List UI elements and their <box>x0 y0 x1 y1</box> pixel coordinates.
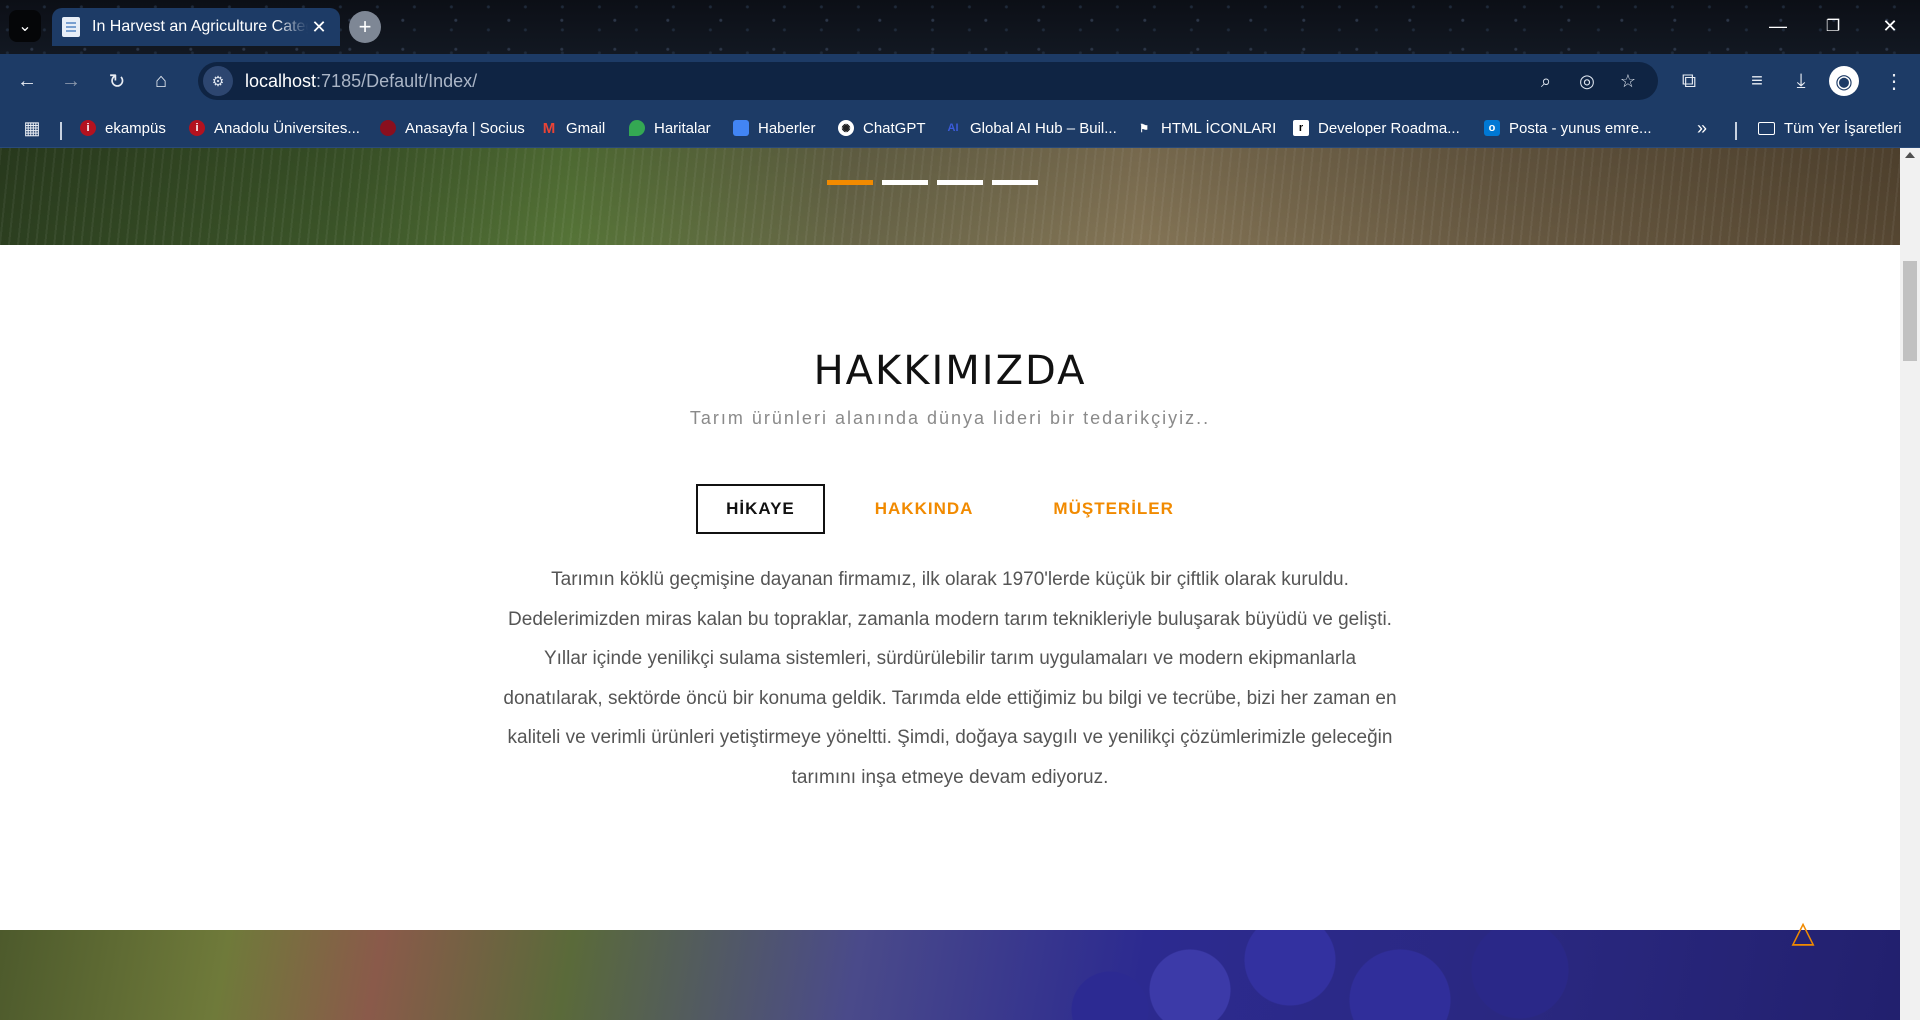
bookmark-ekampus[interactable]: i ekampüs <box>80 116 166 140</box>
hero-slider-image <box>0 148 1900 245</box>
outlook-icon: o <box>1484 120 1500 136</box>
bookmark-label: Anasayfa | Socius <box>405 119 525 137</box>
zoom-magnifier-icon[interactable]: ⌕ <box>1530 62 1562 100</box>
bookmark-label: Posta - yunus emre... <box>1509 119 1652 137</box>
bookmark-posta[interactable]: o Posta - yunus emre... <box>1484 116 1652 140</box>
about-story-text: Tarımın köklü geçmişine dayanan firmamız… <box>503 569 1397 788</box>
tab-hikaye[interactable]: HİKAYE <box>696 484 825 534</box>
site-info-icon[interactable]: ⚙ <box>203 66 233 96</box>
tab-hakkinda[interactable]: HAKKINDA <box>845 484 1004 534</box>
tracking-protection-eye-icon[interactable]: ◎ <box>1571 62 1603 100</box>
bookmarks-separator <box>1735 122 1737 140</box>
downloads-icon[interactable]: ⤓ <box>1785 65 1817 97</box>
all-bookmarks-label: Tüm Yer İşaretleri <box>1784 119 1902 137</box>
bookmark-chatgpt[interactable]: ✺ ChatGPT <box>838 116 926 140</box>
global-ai-hub-icon: AI <box>947 122 959 134</box>
slider-indicators <box>827 180 1038 185</box>
tab-title: In Harvest an Agriculture Category <box>92 18 308 35</box>
ekampus-logo-icon: i <box>80 120 96 136</box>
slider-dot-1[interactable] <box>827 180 873 185</box>
folder-icon <box>1758 121 1775 135</box>
bookmark-label: ekampüs <box>105 119 166 137</box>
tab-search-chevron-icon[interactable]: ⌄ <box>9 10 41 42</box>
media-controls-icon[interactable]: ≡ <box>1741 65 1773 97</box>
home-icon[interactable]: ⌂ <box>145 65 177 97</box>
new-tab-plus-icon[interactable]: + <box>349 11 381 43</box>
maps-pin-icon <box>629 120 645 136</box>
page-viewport: HAKKIMIZDA Tarım ürünleri alanında dünya… <box>0 148 1900 1020</box>
forward-arrow-icon[interactable]: → <box>55 65 87 97</box>
roadmap-logo-icon: r <box>1293 120 1309 136</box>
browser-titlebar: ⌄ In Harvest an Agriculture Category ✕ +… <box>0 0 1920 54</box>
bookmark-anadolu[interactable]: i Anadolu Üniversites... <box>189 116 360 140</box>
bookmark-label: Gmail <box>566 119 606 137</box>
chatgpt-logo-icon: ✺ <box>838 120 854 136</box>
reload-icon[interactable]: ↻ <box>101 65 133 97</box>
bookmark-label: Haritalar <box>654 119 711 137</box>
bookmark-label: ChatGPT <box>863 119 926 137</box>
about-section-title: HAKKIMIZDA <box>813 348 1087 394</box>
news-icon <box>733 120 749 136</box>
bookmark-label: Haberler <box>758 119 816 137</box>
url-host: localhost <box>245 70 317 91</box>
menu-kebab-icon[interactable]: ⋮ <box>1878 65 1910 97</box>
bookmark-star-icon[interactable]: ☆ <box>1612 62 1644 100</box>
gmail-icon: M <box>542 119 556 137</box>
scroll-up-arrow-icon[interactable] <box>1905 152 1915 158</box>
triangle-up-icon[interactable]: △ <box>1785 918 1821 948</box>
flag-icon: ⚑ <box>1139 122 1149 135</box>
all-bookmarks-folder[interactable]: Tüm Yer İşaretleri <box>1758 116 1902 140</box>
profile-avatar-icon[interactable]: ◉ <box>1829 66 1859 96</box>
browser-tab-active[interactable]: In Harvest an Agriculture Category ✕ <box>52 8 340 46</box>
address-url[interactable]: localhost:7185/Default/Index/ <box>245 71 477 92</box>
bookmark-html-iconlari[interactable]: ⚑ HTML İCONLARI <box>1136 116 1276 140</box>
bookmark-label: Anadolu Üniversites... <box>214 119 360 137</box>
bookmarks-overflow-chevron-icon[interactable]: » <box>1697 116 1707 140</box>
bookmark-haberler[interactable]: Haberler <box>733 116 816 140</box>
url-path: :7185/Default/Index/ <box>316 70 478 91</box>
bookmark-haritalar[interactable]: Haritalar <box>629 116 711 140</box>
tab-close-icon[interactable]: ✕ <box>308 16 330 38</box>
about-section-subtitle: Tarım ürünleri alanında dünya lideri bir… <box>689 408 1211 428</box>
page-scrollbar[interactable] <box>1900 148 1920 1020</box>
minimize-icon[interactable]: — <box>1758 10 1798 42</box>
bookmark-label: HTML İCONLARI <box>1161 119 1277 137</box>
bookmark-label: Developer Roadma... <box>1318 119 1460 137</box>
socius-logo-icon <box>380 120 396 136</box>
bookmark-socius[interactable]: Anasayfa | Socius <box>380 116 525 140</box>
restore-icon[interactable]: ❐ <box>1813 10 1853 42</box>
bookmark-label: Global AI Hub – Buil... <box>970 119 1117 137</box>
scrollbar-thumb[interactable] <box>1903 261 1917 361</box>
bookmark-developer-roadmap[interactable]: r Developer Roadma... <box>1293 116 1460 140</box>
bookmark-globalaihub[interactable]: AI Global AI Hub – Buil... <box>945 116 1117 140</box>
bookmarks-bar: ▦ i ekampüs i Anadolu Üniversites... Anasa… <box>0 108 1920 148</box>
apps-grid-icon[interactable]: ▦ <box>16 112 48 144</box>
slider-dot-4[interactable] <box>992 180 1038 185</box>
page-favicon-icon <box>62 17 80 37</box>
slider-dot-3[interactable] <box>937 180 983 185</box>
address-bar[interactable]: ⚙ localhost:7185/Default/Index/ ⌕ ◎ ☆ <box>198 62 1658 100</box>
tab-musteriler[interactable]: MÜŞTERİLER <box>1023 484 1204 534</box>
extensions-puzzle-icon[interactable]: ⧉ <box>1673 65 1705 97</box>
window-close-icon[interactable]: ✕ <box>1870 10 1910 42</box>
bookmark-gmail[interactable]: M Gmail <box>541 116 605 140</box>
about-tabs: HİKAYE HAKKINDA MÜŞTERİLER <box>0 484 1900 534</box>
grapes-section-image <box>0 930 1900 1020</box>
anadolu-logo-icon: i <box>189 120 205 136</box>
back-arrow-icon[interactable]: ← <box>11 65 43 97</box>
bookmarks-separator <box>60 122 62 140</box>
overflow-label: » <box>1697 117 1708 138</box>
slider-dot-2[interactable] <box>882 180 928 185</box>
